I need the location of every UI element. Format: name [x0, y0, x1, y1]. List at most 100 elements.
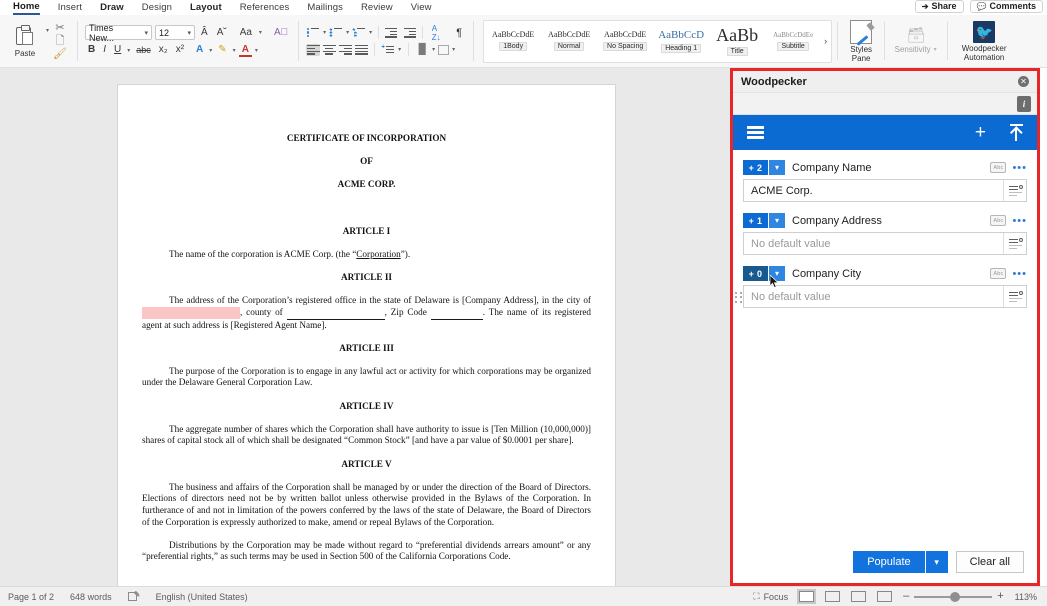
styles-more-button[interactable]: ›: [821, 36, 830, 46]
align-center-icon[interactable]: [322, 44, 336, 56]
shading-caret-icon[interactable]: ▾: [431, 46, 436, 53]
align-left-icon[interactable]: [306, 43, 321, 56]
zoom-slider[interactable]: – +: [903, 591, 1004, 602]
close-icon[interactable]: ✕: [1018, 76, 1029, 87]
style-item-subtitle[interactable]: AaBbCcDdEe Subtitle: [765, 21, 821, 62]
style-item-1body[interactable]: AaBbCcDdE 1Body: [485, 21, 541, 62]
borders-caret-icon[interactable]: ▾: [451, 46, 456, 53]
cut-scissors-icon[interactable]: ✂: [55, 22, 64, 34]
multilevel-list-caret-icon[interactable]: ▾: [368, 29, 373, 36]
upload-icon[interactable]: [1010, 124, 1023, 141]
field-input-company-address[interactable]: No default value: [743, 232, 1027, 255]
field-count-badge[interactable]: + 1: [743, 213, 768, 228]
proofing-icon[interactable]: ✎: [127, 590, 140, 602]
text-effects-icon[interactable]: A: [193, 43, 206, 57]
italic-icon[interactable]: I: [100, 43, 109, 57]
font-family-select[interactable]: Times New... ▾: [85, 23, 153, 43]
tab-references[interactable]: References: [231, 1, 299, 14]
tab-insert[interactable]: Insert: [49, 1, 91, 14]
bold-icon[interactable]: B: [85, 43, 98, 57]
info-icon[interactable]: i: [1017, 95, 1031, 112]
hamburger-menu-icon[interactable]: [747, 126, 764, 139]
zoom-knob[interactable]: [950, 591, 961, 602]
text-type-icon[interactable]: Abc: [990, 162, 1007, 173]
tab-layout[interactable]: Layout: [181, 1, 231, 14]
field-overflow-menu-icon[interactable]: •••: [1012, 215, 1027, 226]
show-formatting-marks-icon[interactable]: ¶: [452, 27, 466, 39]
chevron-down-icon[interactable]: ▾: [769, 213, 785, 228]
sort-icon[interactable]: A Z↓: [428, 24, 444, 42]
line-spacing-caret-icon[interactable]: ▾: [397, 46, 402, 53]
field-input-company-name[interactable]: ACME Corp.: [743, 179, 1027, 202]
doc-a2-company-city-placeholder[interactable]: [142, 306, 240, 319]
field-overflow-menu-icon[interactable]: •••: [1012, 162, 1027, 173]
tab-review[interactable]: Review: [352, 1, 402, 14]
field-options-icon[interactable]: [1003, 286, 1026, 307]
chevron-down-icon[interactable]: ▾: [769, 160, 785, 175]
field-count-badge[interactable]: + 0: [743, 266, 768, 281]
tab-home[interactable]: Home: [4, 0, 49, 15]
numbered-list-icon[interactable]: 123: [329, 27, 343, 39]
doc-a2-county-blank[interactable]: [286, 307, 385, 320]
page-count-label[interactable]: Page 1 of 2: [8, 592, 54, 602]
field-input-company-city[interactable]: No default value: [743, 285, 1027, 308]
bullet-list-icon[interactable]: [306, 27, 320, 39]
web-layout-view-icon[interactable]: [825, 591, 841, 602]
font-color-icon[interactable]: A: [238, 44, 252, 57]
focus-button[interactable]: ⛶ Focus: [753, 591, 788, 602]
drag-handle[interactable]: [735, 292, 742, 304]
font-size-select[interactable]: 12 ▾: [155, 25, 196, 40]
superscript-icon[interactable]: x²: [173, 43, 187, 57]
tab-mailings[interactable]: Mailings: [298, 1, 352, 14]
text-type-icon[interactable]: Abc: [990, 268, 1007, 279]
change-case-icon[interactable]: Aa: [237, 26, 255, 40]
multilevel-list-icon[interactable]: 1ab: [352, 27, 366, 39]
zoom-track[interactable]: [914, 591, 993, 602]
doc-a1-link[interactable]: Corporation: [356, 249, 400, 259]
subscript-icon[interactable]: x₂: [156, 43, 171, 57]
borders-icon[interactable]: [438, 44, 450, 55]
numbered-list-caret-icon[interactable]: ▾: [345, 29, 350, 36]
language-label[interactable]: English (United States): [156, 592, 248, 602]
decrease-indent-icon[interactable]: [384, 27, 398, 39]
add-field-icon[interactable]: +: [975, 123, 986, 142]
align-right-icon[interactable]: [338, 44, 352, 56]
tab-design[interactable]: Design: [133, 1, 181, 14]
copy-icon[interactable]: 🗋: [56, 35, 65, 47]
populate-button[interactable]: Populate: [853, 551, 925, 573]
word-count-label[interactable]: 648 words: [70, 592, 112, 602]
style-item-normal[interactable]: AaBbCcDdE Normal: [541, 21, 597, 62]
tab-view[interactable]: View: [402, 1, 441, 14]
field-options-icon[interactable]: [1003, 233, 1026, 254]
format-painter-icon[interactable]: 🖌: [53, 48, 67, 60]
document-canvas[interactable]: CERTIFICATE OF INCORPORATION OF ACME COR…: [0, 68, 730, 586]
zoom-in-button[interactable]: +: [997, 591, 1003, 602]
print-layout-view-icon[interactable]: [797, 589, 817, 604]
underline-caret-icon[interactable]: ▾: [126, 47, 131, 54]
bullet-list-caret-icon[interactable]: ▾: [322, 29, 327, 36]
share-button[interactable]: ➔ Share: [914, 0, 964, 13]
highlight-icon[interactable]: ✎: [215, 43, 229, 57]
draft-view-icon[interactable]: [877, 591, 893, 602]
style-item-heading-1[interactable]: AaBbCcD Heading 1: [653, 21, 709, 62]
increase-indent-icon[interactable]: [403, 27, 417, 39]
field-overflow-menu-icon[interactable]: •••: [1012, 268, 1027, 279]
style-item-no-spacing[interactable]: AaBbCcDdE No Spacing: [597, 21, 653, 62]
paste-button[interactable]: Paste: [5, 24, 45, 58]
field-count-badge[interactable]: + 2: [743, 160, 768, 175]
line-spacing-icon[interactable]: ↕: [381, 44, 395, 56]
field-options-icon[interactable]: [1003, 180, 1026, 201]
shrink-font-icon[interactable]: A˘: [214, 26, 230, 40]
chevron-down-icon[interactable]: ▾: [769, 266, 785, 281]
woodpecker-automation-button[interactable]: 🐦 Woodpecker Automation: [953, 20, 1015, 62]
clear-formatting-icon[interactable]: A⃟: [271, 26, 291, 40]
zoom-level-label[interactable]: 113%: [1015, 592, 1037, 602]
strikethrough-icon[interactable]: abc: [133, 43, 154, 57]
zoom-out-button[interactable]: –: [903, 591, 909, 602]
doc-a2-zip-blank[interactable]: [430, 307, 483, 320]
styles-pane-button[interactable]: Styles Pane: [843, 19, 879, 63]
text-type-icon[interactable]: Abc: [990, 215, 1007, 226]
populate-dropdown-button[interactable]: ▾: [925, 551, 948, 573]
underline-icon[interactable]: U: [111, 43, 124, 57]
clear-all-button[interactable]: Clear all: [955, 551, 1024, 573]
